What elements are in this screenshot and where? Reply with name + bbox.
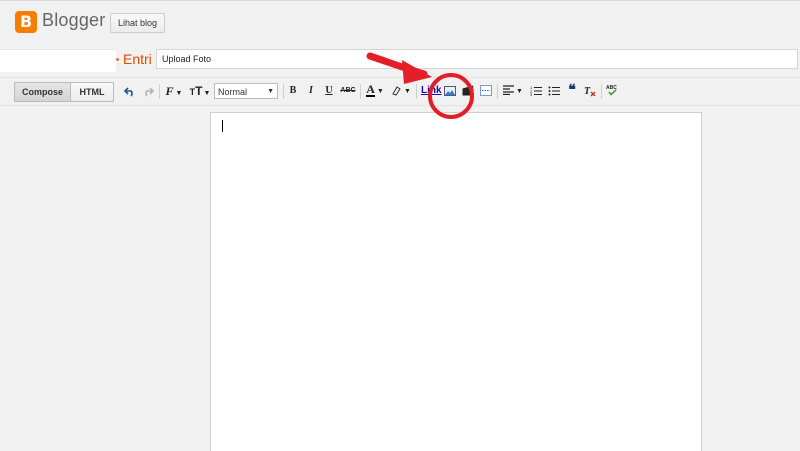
highlight-color-button[interactable]: ▼: [390, 83, 412, 99]
toolbar-separator: [416, 84, 417, 99]
numbered-list-icon: 123: [530, 85, 542, 97]
toolbar-separator: [601, 84, 602, 99]
strikethrough-button[interactable]: ABC: [340, 83, 356, 99]
align-left-icon: [503, 85, 515, 96]
underline-button[interactable]: U: [323, 83, 335, 99]
link-button[interactable]: Link: [421, 83, 442, 99]
section-dot: [116, 58, 119, 61]
alignment-button[interactable]: ▼: [502, 83, 524, 99]
jump-break-icon: [480, 85, 492, 96]
font-size-button[interactable]: TT▼: [189, 83, 211, 99]
insert-image-button[interactable]: [443, 83, 457, 99]
undo-icon: [123, 87, 133, 97]
text-color-button[interactable]: A ▼: [364, 83, 386, 99]
brand-name: Blogger: [42, 10, 106, 30]
editor-toolbar: Compose HTML F ▼ TT▼ Normal ▼ B I U ABC A…: [0, 77, 800, 106]
spell-check-icon: ABC: [606, 85, 617, 96]
quote-button[interactable]: ❝: [565, 83, 579, 99]
text-color-icon: A: [366, 82, 375, 97]
post-body-editor[interactable]: [210, 112, 702, 451]
chevron-down-icon: ▼: [175, 90, 183, 97]
top-header: B Blogger Lihat blog: [0, 0, 800, 43]
bullet-list-icon: [548, 86, 560, 96]
numbered-list-button[interactable]: 123: [529, 83, 543, 99]
chevron-down-icon: ▼: [267, 88, 274, 95]
italic-button[interactable]: I: [305, 83, 317, 99]
redo-icon: [145, 87, 155, 97]
html-mode-button[interactable]: HTML: [70, 82, 114, 102]
chevron-down-icon: ▼: [516, 88, 523, 95]
quote-icon: ❝: [568, 83, 576, 98]
chevron-down-icon: ▼: [404, 88, 411, 95]
bullet-list-button[interactable]: [547, 83, 561, 99]
text-cursor: [222, 120, 223, 132]
highlighter-icon: [392, 86, 401, 96]
undo-button[interactable]: [123, 83, 137, 99]
clear-formatting-icon: T: [584, 86, 596, 97]
blogger-logo-icon: B: [15, 11, 37, 33]
insert-video-button[interactable]: [461, 83, 475, 99]
svg-text:3: 3: [530, 92, 533, 96]
image-icon: [444, 86, 456, 96]
section-label: Entri: [123, 51, 152, 67]
chevron-down-icon: ▼: [376, 88, 384, 95]
bold-button[interactable]: B: [287, 83, 299, 99]
toolbar-separator: [497, 84, 498, 99]
chevron-down-icon: ▼: [203, 90, 211, 97]
font-family-icon: F: [165, 84, 174, 98]
view-blog-button[interactable]: Lihat blog: [110, 13, 166, 33]
font-family-button[interactable]: F ▼: [163, 83, 185, 99]
svg-text:T: T: [584, 86, 591, 97]
compose-mode-button[interactable]: Compose: [14, 82, 71, 102]
toolbar-separator: [360, 84, 361, 99]
title-row-background: [0, 49, 116, 72]
post-title-input[interactable]: [156, 49, 798, 69]
redo-button[interactable]: [141, 83, 155, 99]
toolbar-separator: [159, 84, 160, 99]
post-title-row: Entri: [0, 49, 800, 73]
paragraph-format-select[interactable]: Normal ▼: [214, 83, 278, 99]
spell-check-button[interactable]: ABC: [605, 83, 619, 99]
clear-formatting-button[interactable]: T: [583, 83, 597, 99]
jump-break-button[interactable]: [479, 83, 493, 99]
toolbar-separator: [283, 84, 284, 99]
video-clapper-icon: [462, 85, 474, 96]
